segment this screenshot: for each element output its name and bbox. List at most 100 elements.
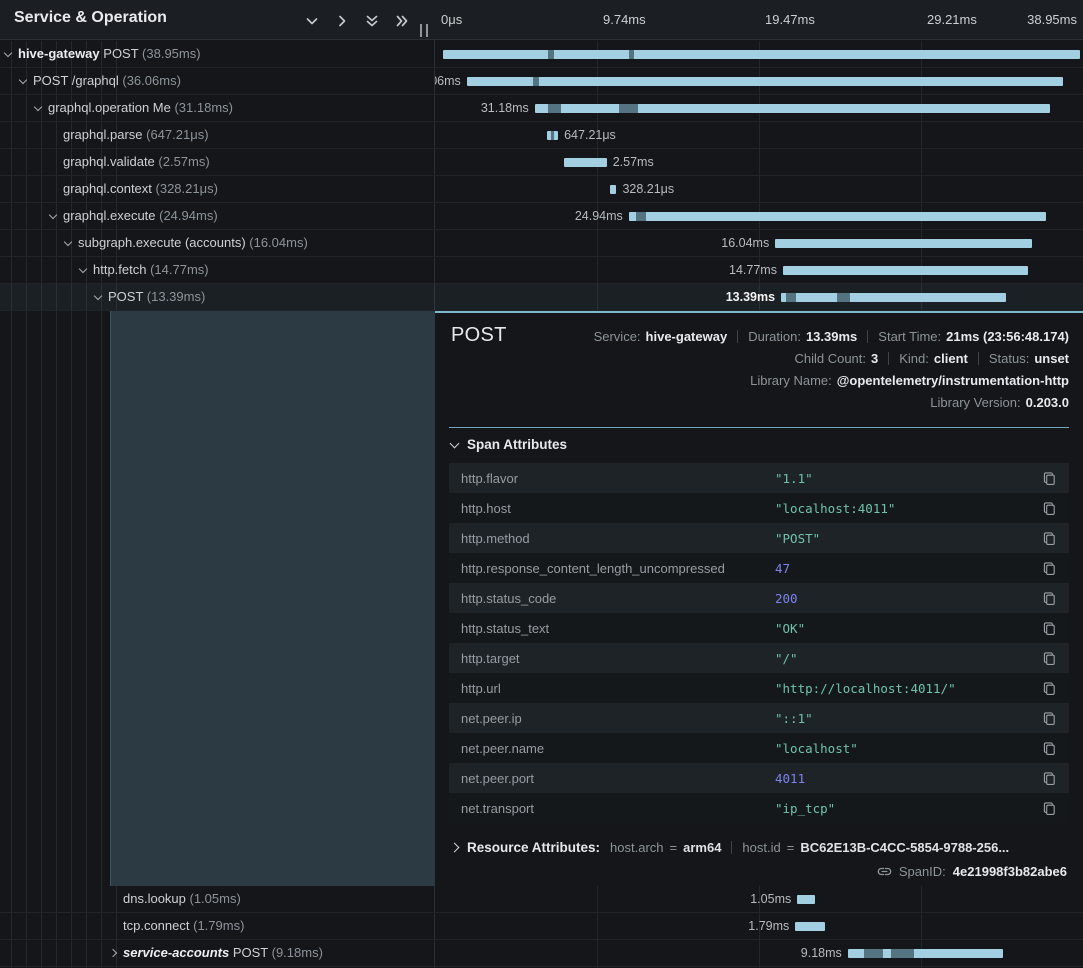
copy-icon[interactable] — [1033, 681, 1069, 696]
bar-duration-label: 328.21μs — [622, 182, 674, 196]
span-bar[interactable] — [535, 104, 1050, 113]
attribute-value: "::1" — [775, 711, 1033, 726]
resource-key: host.arch — [610, 840, 663, 855]
span-meta-line: Service:hive-gatewayDuration:13.39msStar… — [594, 329, 1069, 344]
span-detail-panel: POST Service:hive-gatewayDuration:13.39m… — [435, 311, 1083, 886]
copy-icon[interactable] — [1033, 591, 1069, 606]
span-meta-line: Child Count:3Kind:clientStatus:unset — [794, 351, 1069, 366]
trace-row[interactable]: http.fetch (14.77ms)14.77ms — [0, 257, 1083, 284]
span-duration: (31.18ms) — [171, 100, 233, 115]
span-bar-mark — [636, 212, 646, 221]
bar-duration-label: 13.39ms — [726, 290, 775, 304]
span-attributes-table: http.flavor"1.1"http.host"localhost:4011… — [449, 463, 1069, 823]
span-duration: (16.04ms) — [246, 235, 308, 250]
meta-value: @opentelemetry/instrumentation-http — [837, 373, 1069, 388]
attribute-key: net.peer.port — [449, 771, 775, 786]
span-bar[interactable] — [797, 895, 815, 904]
span-bar[interactable] — [467, 77, 1063, 86]
attribute-key: http.flavor — [449, 471, 775, 486]
double-chevron-down-icon[interactable] — [363, 12, 380, 29]
span-id-label: SpanID: — [899, 864, 946, 879]
copy-icon[interactable] — [1033, 771, 1069, 786]
trace-row[interactable]: service-accounts POST (9.18ms)9.18ms — [0, 940, 1083, 967]
attribute-row: net.transport"ip_tcp" — [449, 793, 1069, 823]
trace-row[interactable]: dns.lookup (1.05ms)1.05ms — [0, 886, 1083, 913]
timeline-tick: 29.21ms — [927, 12, 977, 27]
trace-row[interactable]: POST /graphql (36.06ms)36.06ms — [0, 68, 1083, 95]
attribute-row: http.flavor"1.1" — [449, 463, 1069, 493]
chevron-right-icon[interactable] — [333, 12, 350, 29]
meta-key: Library Version: — [930, 395, 1020, 410]
span-bar-mark — [786, 293, 796, 302]
meta-value: 3 — [871, 351, 878, 366]
copy-icon[interactable] — [1033, 651, 1069, 666]
chevron-down-icon[interactable] — [303, 12, 320, 29]
copy-icon[interactable] — [1033, 561, 1069, 576]
span-bar-mark — [891, 949, 914, 958]
meta-key: Service: — [594, 329, 641, 344]
attribute-key: net.transport — [449, 801, 775, 816]
span-attributes-header[interactable]: Span Attributes — [451, 437, 567, 452]
span-duration: (36.06ms) — [119, 73, 181, 88]
copy-icon[interactable] — [1033, 501, 1069, 516]
service-name: hive-gateway — [18, 46, 100, 61]
attribute-row: http.status_code200 — [449, 583, 1069, 613]
trace-row[interactable]: graphql.context (328.21μs)328.21μs — [0, 176, 1083, 203]
double-chevron-right-icon[interactable] — [393, 12, 410, 29]
timeline-tick: 0μs — [441, 12, 462, 27]
span-bar-mark — [629, 50, 634, 59]
copy-icon[interactable] — [1033, 801, 1069, 816]
trace-row[interactable]: hive-gateway POST (38.95ms) — [0, 41, 1083, 68]
splitter-grip-icon[interactable] — [420, 24, 428, 37]
trace-row[interactable]: graphql.validate (2.57ms) 2.57ms — [0, 149, 1083, 176]
bar-duration-label: 2.57ms — [613, 155, 654, 169]
operation-name: subgraph.execute (accounts) — [78, 235, 246, 250]
attribute-value: "/" — [775, 651, 1033, 666]
span-bar[interactable] — [783, 266, 1028, 275]
trace-row[interactable]: graphql.execute (24.94ms)24.94ms — [0, 203, 1083, 230]
span-bar-mark — [619, 104, 638, 113]
resource-attributes-header[interactable]: Resource Attributes: host.arch=arm64host… — [451, 834, 1009, 860]
attribute-row: net.peer.ip"::1" — [449, 703, 1069, 733]
span-bar[interactable] — [781, 293, 1006, 302]
span-duration: (647.21μs) — [143, 127, 209, 142]
attribute-row: net.peer.name"localhost" — [449, 733, 1069, 763]
trace-row[interactable]: subgraph.execute (accounts) (16.04ms)16.… — [0, 230, 1083, 257]
service-name: service-accounts — [123, 945, 229, 960]
operation-name: dns.lookup — [123, 891, 186, 906]
meta-value: client — [934, 351, 968, 366]
operation-name: graphql.validate — [63, 154, 155, 169]
meta-key: Start Time: — [878, 329, 941, 344]
timeline-tick: 38.95ms — [1027, 12, 1077, 27]
copy-icon[interactable] — [1033, 471, 1069, 486]
attribute-row: net.peer.port4011 — [449, 763, 1069, 793]
span-bar[interactable] — [629, 212, 1046, 221]
span-duration: (38.95ms) — [138, 46, 200, 61]
span-bar[interactable] — [610, 185, 616, 194]
bar-duration-label: 36.06ms — [435, 74, 461, 88]
trace-row[interactable]: POST (13.39ms)13.39ms — [0, 284, 1083, 311]
trace-row[interactable]: graphql.parse (647.21μs)647.21μs — [0, 122, 1083, 149]
span-bar[interactable] — [775, 239, 1032, 248]
attribute-value: "localhost" — [775, 741, 1033, 756]
copy-icon[interactable] — [1033, 741, 1069, 756]
attribute-row: http.response_content_length_uncompresse… — [449, 553, 1069, 583]
attribute-value: "OK" — [775, 621, 1033, 636]
span-bar[interactable] — [564, 158, 607, 167]
trace-row[interactable]: graphql.operation Me (31.18ms)31.18ms — [0, 95, 1083, 122]
separator — [867, 330, 868, 343]
trace-row[interactable]: tcp.connect (1.79ms)1.79ms — [0, 913, 1083, 940]
attribute-value: "1.1" — [775, 471, 1033, 486]
operation-name: graphql.parse — [63, 127, 143, 142]
chevron-right-icon — [450, 842, 460, 852]
operation-name: graphql.context — [63, 181, 152, 196]
header-bar: Service & Operation 0μs9.74ms19.47ms29.2… — [0, 0, 1083, 40]
span-bar[interactable] — [443, 50, 1080, 59]
span-title: POST — [451, 324, 507, 347]
copy-icon[interactable] — [1033, 621, 1069, 636]
copy-icon[interactable] — [1033, 711, 1069, 726]
span-bar-mark — [548, 104, 561, 113]
span-duration: (2.57ms) — [155, 154, 210, 169]
copy-icon[interactable] — [1033, 531, 1069, 546]
span-bar[interactable] — [795, 922, 825, 931]
